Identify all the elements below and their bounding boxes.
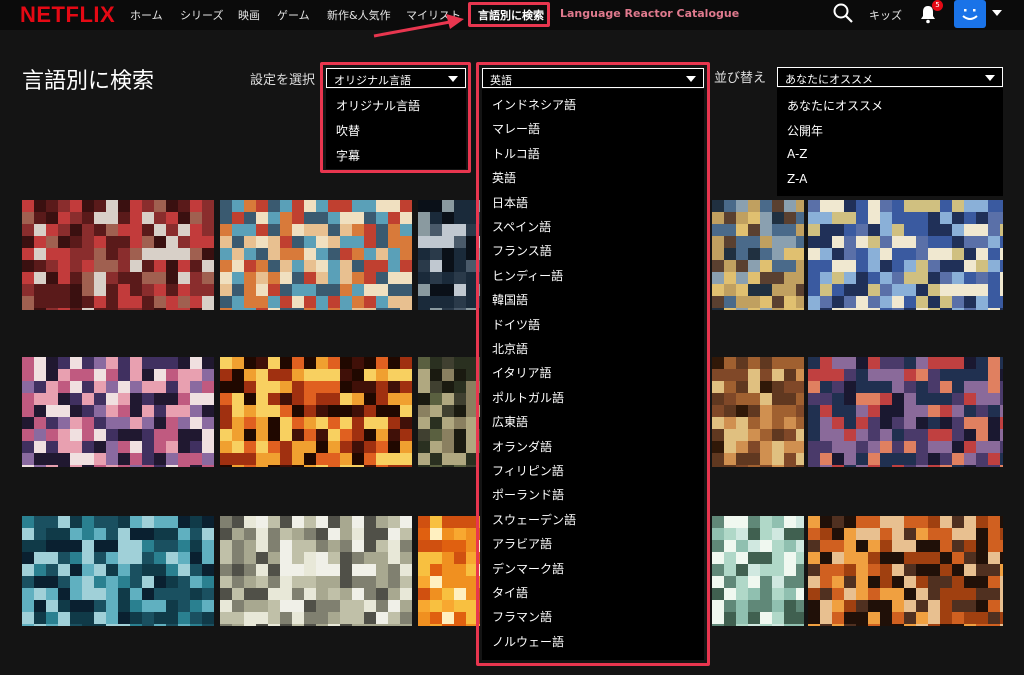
sort-option-release-year[interactable]: 公開年 [787, 122, 823, 139]
sort-select-value: あなたにオススメ [785, 73, 873, 86]
profile-caret-icon[interactable] [992, 10, 1002, 16]
nav-link-movies[interactable]: 映画 [238, 7, 260, 23]
smiley-icon [962, 9, 978, 20]
netflix-logo[interactable]: NETFLIX [20, 2, 115, 28]
nav-link-language-reactor[interactable]: Language Reactor Catalogue [560, 7, 739, 20]
nav-link-kids[interactable]: キッズ [869, 7, 902, 23]
page-title: 言語別に検索 [22, 69, 155, 94]
nav-link-series[interactable]: シリーズ [180, 7, 223, 23]
annotation-arrow-icon [373, 14, 464, 38]
chevron-down-icon [985, 75, 995, 81]
title-thumbnail[interactable] [418, 357, 480, 467]
title-thumbnail[interactable] [808, 357, 1003, 467]
title-thumbnail[interactable] [418, 516, 480, 626]
sort-menu: あなたにオススメ 公開年 A-Z Z-A [777, 88, 1003, 196]
nav-link-games[interactable]: ゲーム [277, 7, 310, 23]
search-icon[interactable] [833, 3, 853, 23]
title-thumbnail[interactable] [808, 516, 1003, 626]
title-thumbnail[interactable] [220, 200, 412, 310]
nav-link-home[interactable]: ホーム [130, 7, 163, 23]
title-thumbnail[interactable] [712, 516, 804, 626]
title-thumbnail[interactable] [712, 200, 804, 310]
sort-label: 並び替え [714, 71, 767, 86]
setting-label: 設定を選択 [250, 73, 316, 88]
title-thumbnail[interactable] [22, 200, 214, 310]
highlight-box-language [476, 62, 710, 666]
sort-option-a-z[interactable]: A-Z [787, 147, 808, 161]
highlight-box-filter [320, 62, 471, 173]
highlight-box-nav [468, 2, 550, 27]
title-thumbnail[interactable] [220, 516, 412, 626]
notification-badge: 5 [932, 0, 943, 11]
title-thumbnail[interactable] [220, 357, 412, 467]
sort-option-recommended[interactable]: あなたにオススメ [787, 97, 883, 114]
title-thumbnail[interactable] [22, 357, 214, 467]
title-thumbnail[interactable] [418, 200, 480, 310]
title-thumbnail[interactable] [808, 200, 1003, 310]
sort-option-z-a[interactable]: Z-A [787, 172, 807, 186]
avatar[interactable] [954, 0, 986, 28]
title-thumbnail[interactable] [22, 516, 214, 626]
sort-select[interactable]: あなたにオススメ [777, 67, 1003, 87]
title-thumbnail[interactable] [712, 357, 804, 467]
